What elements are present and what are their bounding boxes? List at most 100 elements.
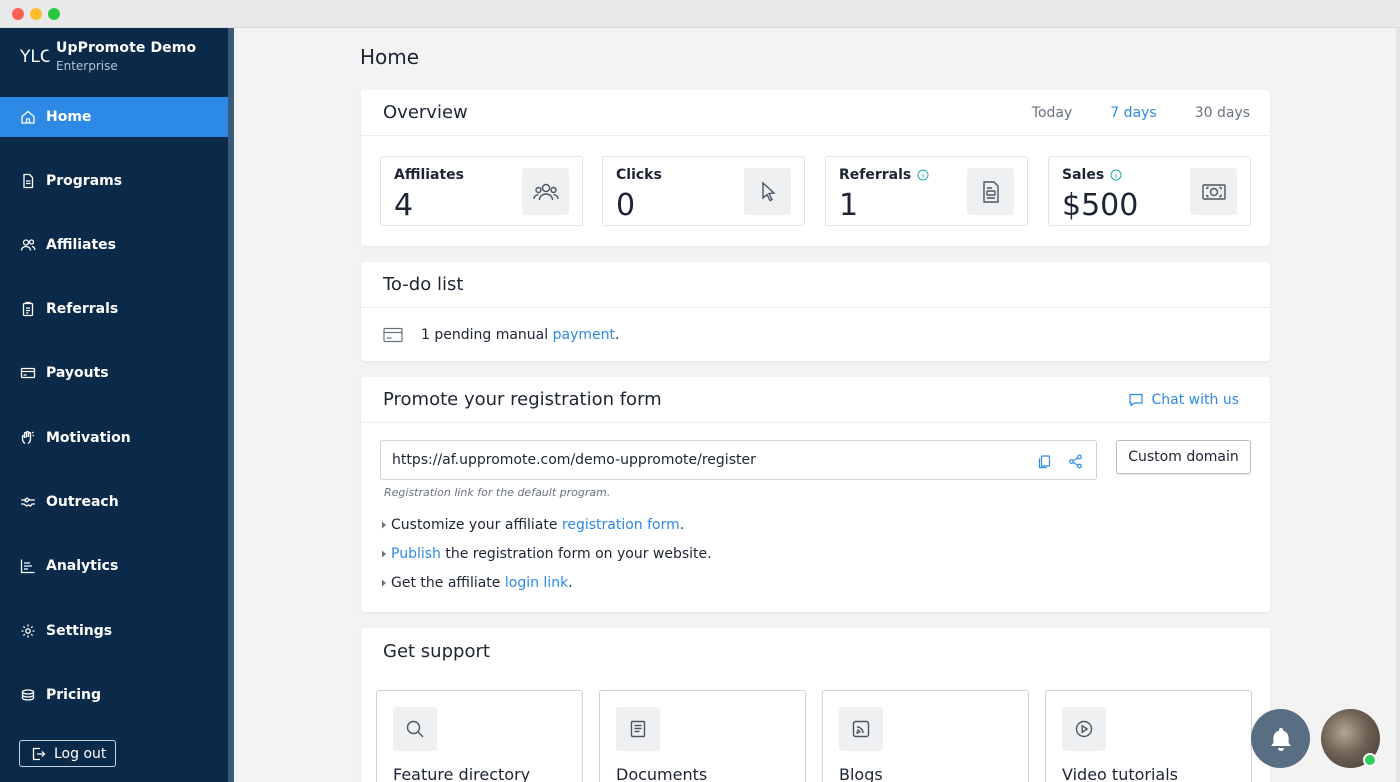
stat-value: 1 [839,188,859,223]
registration-hint: Registration link for the default progra… [384,486,611,499]
todo-item: 1 pending manual payment. [361,308,1270,362]
promote-title: Promote your registration form [383,389,662,410]
logout-label: Log out [54,745,107,762]
credit-card-icon [20,367,36,379]
sidebar-item-referrals[interactable]: Referrals [0,289,228,329]
step-suffix: the registration form on your website. [440,546,712,562]
logout-button[interactable]: Log out [19,740,116,767]
brand[interactable]: YLC UpPromote Demo Enterprise [18,40,196,73]
sidebar-item-label: Analytics [46,558,119,574]
step-suffix: . [679,517,685,533]
registration-form-link[interactable]: registration form [562,517,680,533]
page-scrollbar[interactable] [1396,28,1400,782]
gesture-icon [21,430,34,445]
chat-label: Chat with us [1151,392,1240,408]
online-status-indicator [1363,753,1377,767]
login-link[interactable]: login link [505,575,568,591]
info-icon[interactable] [917,169,929,181]
chevron-right-icon [382,550,386,558]
sidebar-item-programs[interactable]: Programs [0,161,228,201]
document-icon [23,173,34,189]
overview-title: Overview [383,102,468,123]
sidebar-item-label: Outreach [46,494,119,510]
todo-text: 1 pending manual [421,327,553,343]
stat-value: $500 [1062,188,1139,223]
stat-label: Sales [1062,167,1105,183]
payment-link[interactable]: payment [553,327,615,343]
sidebar-item-settings[interactable]: Settings [0,611,228,651]
todo-title: To-do list [383,274,464,295]
stat-affiliates[interactable]: Affiliates 4 [380,156,583,226]
sidebar-item-label: Settings [46,623,113,639]
handshake-icon [21,497,35,507]
tile-label: Blogs [839,765,883,782]
receipt-icon [967,168,1014,215]
sidebar-item-label: Affiliates [46,237,117,253]
registration-url-field[interactable]: https://af.uppromote.com/demo-uppromote/… [380,440,1097,480]
logout-icon [32,747,46,760]
users-icon [20,239,36,251]
minimize-window-button[interactable] [30,8,42,20]
stat-value: 0 [616,188,636,223]
publish-link[interactable]: Publish [391,546,441,562]
step-login-link: Get the affiliate login link. [380,575,573,591]
sidebar-item-affiliates[interactable]: Affiliates [0,225,228,265]
credit-card-icon [383,327,403,343]
money-icon [1190,168,1237,215]
info-icon[interactable] [1110,169,1122,181]
support-tile-feature-directory[interactable]: Feature directory [376,690,583,782]
close-window-button[interactable] [12,8,24,20]
notifications-button[interactable] [1251,709,1310,768]
sidebar-item-label: Pricing [46,687,102,703]
stat-sales[interactable]: Sales $500 [1048,156,1251,226]
range-30-days[interactable]: 30 days [1195,105,1250,121]
share-icon[interactable] [1067,453,1084,470]
range-today[interactable]: Today [1032,105,1073,121]
date-range-selector: Today 7 days 30 days [1032,90,1250,136]
stat-referrals[interactable]: Referrals 1 [825,156,1028,226]
sidebar-item-home[interactable]: Home [0,97,228,137]
sidebar-item-motivation[interactable]: Motivation [0,418,228,458]
rss-icon [852,720,870,738]
tile-label: Feature directory [393,765,531,782]
chevron-right-icon [382,521,386,529]
copy-icon[interactable] [1036,453,1053,470]
sidebar-resize-handle[interactable] [228,28,234,782]
step-publish: Publish the registration form on your we… [380,546,712,562]
support-tile-video-tutorials[interactable]: Video tutorials [1045,690,1252,782]
support-tile-documents[interactable]: Documents [599,690,806,782]
todo-card: To-do list 1 pending manual payment. [361,262,1270,361]
tile-label: Video tutorials [1062,765,1178,782]
sidebar-item-analytics[interactable]: Analytics [0,546,228,586]
promote-card: Promote your registration form Chat with… [361,377,1270,612]
sidebar-item-pricing[interactable]: Pricing [0,675,228,715]
maximize-window-button[interactable] [48,8,60,20]
chat-with-us-link[interactable]: Chat with us [1128,377,1240,423]
search-icon [406,720,424,738]
sidebar-item-outreach[interactable]: Outreach [0,482,228,522]
brand-plan: Enterprise [56,59,118,73]
overview-card: Overview Today 7 days 30 days Affiliates… [361,90,1270,246]
range-7-days[interactable]: 7 days [1110,105,1156,121]
clipboard-icon [22,301,34,317]
sidebar-item-label: Programs [46,173,123,189]
coins-icon [21,689,35,701]
sidebar-item-label: Home [46,109,92,125]
sidebar-item-payouts[interactable]: Payouts [0,353,228,393]
stat-label: Affiliates [394,167,465,183]
custom-domain-button[interactable]: Custom domain [1116,440,1251,474]
chart-icon [20,559,35,574]
chevron-right-icon [382,579,386,587]
chat-icon [1128,393,1143,407]
tile-label: Documents [616,765,708,782]
book-icon [630,720,646,738]
support-tile-blogs[interactable]: Blogs [822,690,1029,782]
support-card: Get support Feature directory Documents … [361,628,1270,782]
stat-value: 4 [394,188,414,223]
stat-label: Clicks [616,167,662,183]
cursor-icon [744,168,791,215]
stat-label: Referrals [839,167,912,183]
sidebar: YLC UpPromote Demo Enterprise Home Progr… [0,28,228,782]
stat-clicks[interactable]: Clicks 0 [602,156,805,226]
play-icon [1075,720,1093,738]
